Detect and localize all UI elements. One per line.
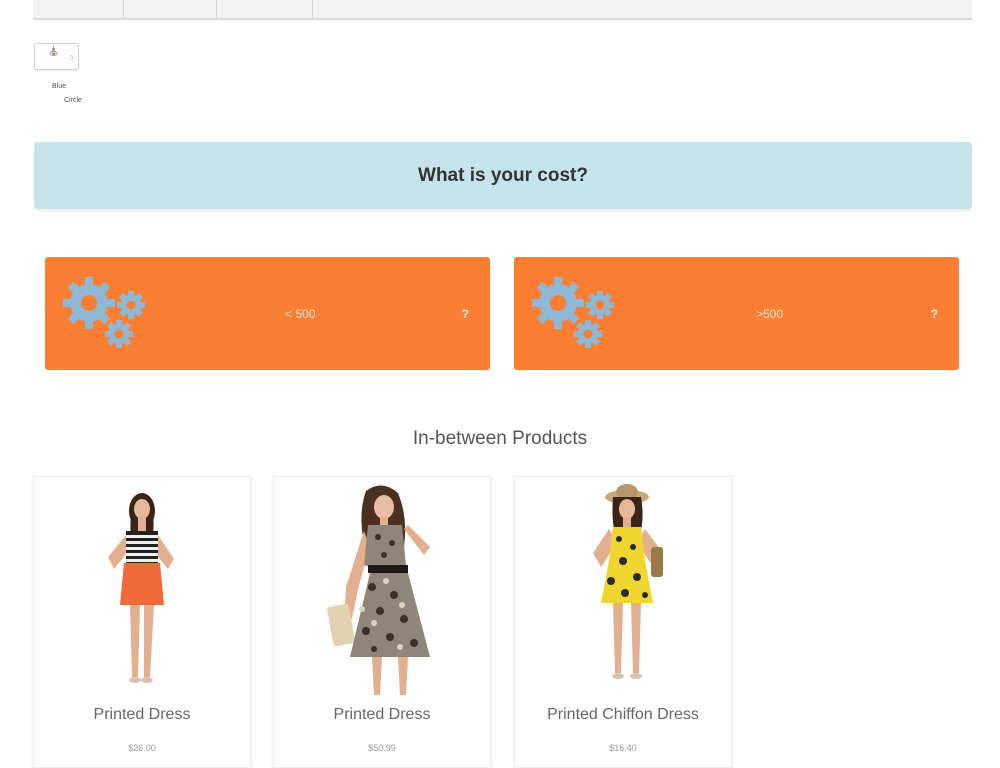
cost-option-under-500[interactable]: < 500 ? <box>45 257 490 370</box>
top-nav-tab-3[interactable] <box>216 0 313 18</box>
gears-icon <box>63 277 145 348</box>
question-text: What is your cost? <box>418 164 588 186</box>
chevron-right-icon: › <box>70 50 74 64</box>
cost-option-over-500[interactable]: >500 ? <box>514 257 959 370</box>
section-title: In-between Products <box>412 428 588 449</box>
cost-option-label: < 500 <box>285 307 316 321</box>
product-name[interactable]: Printed Dress <box>274 706 490 724</box>
breadcrumb-home-button[interactable]: ⛪ › <box>34 43 79 70</box>
cost-option-label: >500 <box>756 307 784 321</box>
product-image[interactable] <box>515 477 731 697</box>
product-card[interactable]: Printed Chiffon Dress $16.40 <box>514 476 732 768</box>
product-image[interactable] <box>34 477 250 697</box>
product-card[interactable]: Printed Dress $50.99 <box>273 476 491 768</box>
product-name[interactable]: Printed Chiffon Dress <box>515 706 731 724</box>
breadcrumb-item[interactable]: Circle <box>64 97 82 104</box>
product-price: $16.40 <box>609 743 637 753</box>
top-nav-tab-1[interactable] <box>33 0 124 18</box>
top-nav-bar <box>33 0 972 20</box>
home-icon: ⛪ <box>48 46 60 56</box>
top-nav-tab-2[interactable] <box>123 0 217 18</box>
breadcrumb-item[interactable]: Blue <box>52 83 66 90</box>
product-image[interactable] <box>274 477 490 697</box>
help-icon[interactable]: ? <box>462 307 469 321</box>
product-card[interactable]: Printed Dress $26.00 <box>33 476 251 768</box>
question-banner: What is your cost? <box>34 142 972 209</box>
product-price: $26.00 <box>128 743 156 753</box>
help-icon[interactable]: ? <box>931 307 938 321</box>
product-price: $50.99 <box>368 743 396 753</box>
product-name[interactable]: Printed Dress <box>34 706 250 724</box>
gears-icon <box>532 277 614 348</box>
